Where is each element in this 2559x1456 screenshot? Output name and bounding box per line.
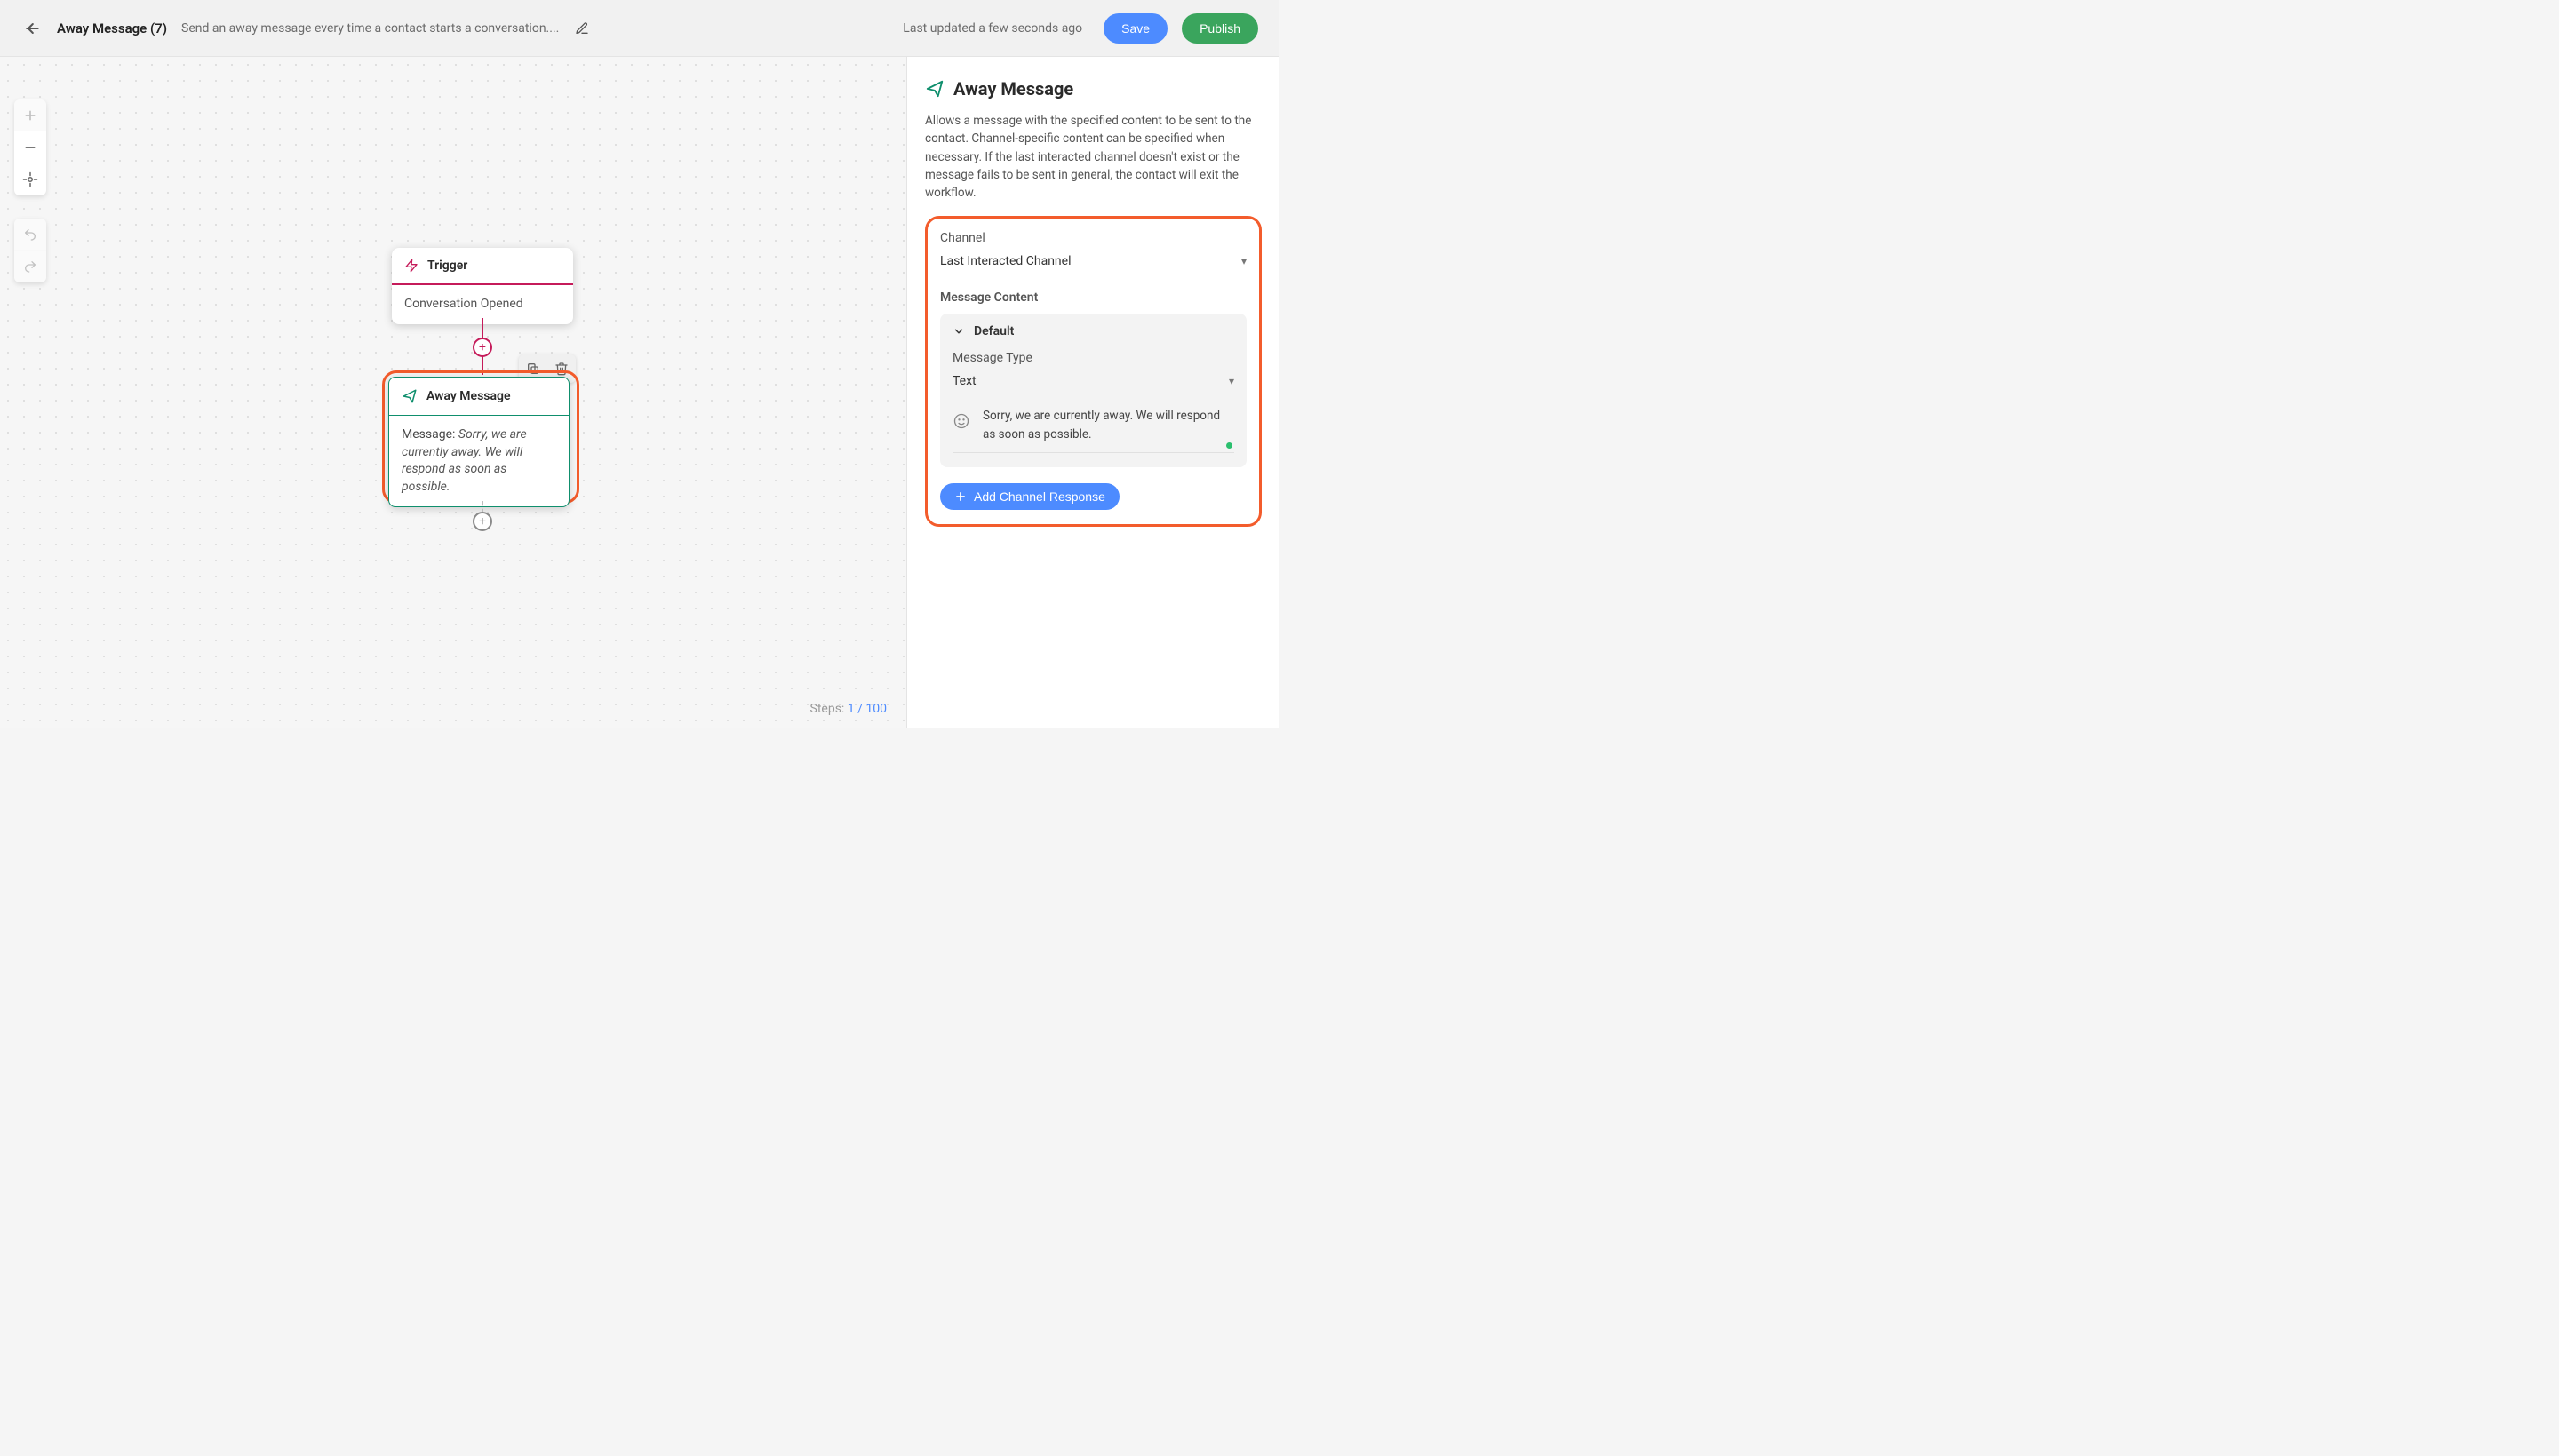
channel-select[interactable]: Last Interacted Channel ▾ bbox=[940, 249, 1247, 274]
lightning-icon bbox=[404, 259, 419, 273]
add-channel-response-label: Add Channel Response bbox=[974, 489, 1105, 504]
sidebar-description: Allows a message with the specified cont… bbox=[925, 112, 1262, 202]
edit-icon[interactable] bbox=[573, 20, 591, 37]
workflow-canvas[interactable]: Trigger Conversation Opened + Away Mes bbox=[0, 57, 906, 728]
trigger-node-header: Trigger bbox=[392, 248, 573, 283]
sidebar-title: Away Message bbox=[953, 78, 1073, 99]
step-counter: Steps: 1 / 100 bbox=[810, 702, 887, 716]
content-label: Message Content bbox=[940, 290, 1247, 305]
steps-label: Steps: bbox=[810, 702, 848, 716]
inspector-panel: Channel Last Interacted Channel ▾ Messag… bbox=[925, 216, 1262, 527]
sidebar-title-row: Away Message bbox=[925, 78, 1262, 99]
emoji-icon[interactable] bbox=[953, 412, 972, 432]
message-type-select[interactable]: Text ▾ bbox=[953, 369, 1234, 394]
message-text-input[interactable]: Sorry, we are currently away. We will re… bbox=[953, 407, 1234, 453]
steps-count: 1 / 100 bbox=[848, 702, 887, 716]
send-icon bbox=[402, 388, 418, 404]
default-accordion: Default Message Type Text ▾ Sorry, we ar… bbox=[940, 314, 1247, 467]
page-title: Away Message (7) bbox=[57, 20, 167, 36]
page-description: Send an away message every time a contac… bbox=[181, 21, 559, 36]
chevron-down-icon bbox=[953, 325, 965, 338]
channel-value: Last Interacted Channel bbox=[940, 254, 1072, 268]
undo-button[interactable] bbox=[14, 219, 46, 251]
type-value: Text bbox=[953, 374, 977, 388]
type-label: Message Type bbox=[953, 351, 1234, 365]
add-channel-response-button[interactable]: Add Channel Response bbox=[940, 483, 1120, 510]
send-icon bbox=[925, 79, 945, 99]
zoom-in-button[interactable] bbox=[14, 99, 46, 131]
inspector-sidebar: Away Message Allows a message with the s… bbox=[906, 57, 1280, 728]
zoom-out-button[interactable] bbox=[14, 131, 46, 163]
redo-button[interactable] bbox=[14, 251, 46, 282]
header-bar: Away Message (7) Send an away message ev… bbox=[0, 0, 1280, 57]
status-dot bbox=[1226, 442, 1232, 449]
message-label: Message: bbox=[402, 427, 458, 442]
away-message-node[interactable]: Away Message Message: Sorry, we are curr… bbox=[388, 377, 570, 507]
away-node-header: Away Message bbox=[389, 378, 569, 415]
chevron-down-icon: ▾ bbox=[1229, 375, 1234, 387]
trigger-node-title: Trigger bbox=[427, 259, 467, 273]
accordion-title: Default bbox=[974, 324, 1014, 338]
zoom-toolbar bbox=[14, 99, 46, 195]
plus-icon bbox=[954, 490, 967, 503]
message-text: Sorry, we are currently away. We will re… bbox=[983, 407, 1234, 443]
history-toolbar bbox=[14, 219, 46, 282]
trigger-node[interactable]: Trigger Conversation Opened bbox=[392, 248, 573, 324]
add-step-end-button[interactable]: + bbox=[473, 512, 492, 531]
add-step-button[interactable]: + bbox=[473, 338, 492, 357]
back-button[interactable] bbox=[21, 18, 43, 39]
chevron-down-icon: ▾ bbox=[1241, 255, 1247, 267]
last-updated: Last updated a few seconds ago bbox=[903, 21, 1082, 36]
channel-label: Channel bbox=[940, 231, 1247, 245]
recenter-button[interactable] bbox=[14, 163, 46, 195]
away-node-body: Message: Sorry, we are currently away. W… bbox=[389, 416, 569, 506]
save-button[interactable]: Save bbox=[1104, 13, 1168, 44]
accordion-toggle[interactable]: Default bbox=[953, 324, 1234, 338]
away-node-title: Away Message bbox=[426, 389, 511, 403]
publish-button[interactable]: Publish bbox=[1182, 13, 1258, 44]
